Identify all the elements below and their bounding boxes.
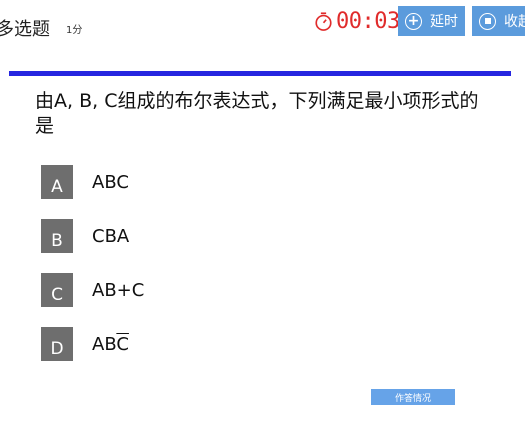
option-text: CBA	[92, 225, 130, 247]
timer: 00:03	[313, 8, 400, 34]
option-text: AB+C	[92, 279, 145, 301]
option-text: ABC	[92, 334, 129, 355]
option-c[interactable]: C AB+C	[41, 273, 144, 307]
option-letter: A	[41, 165, 73, 199]
top-bar: 多选题 1分 00:03 + 延时 收起	[0, 0, 525, 56]
stopwatch-icon	[315, 11, 332, 31]
answer-status-button[interactable]: 作答情况	[371, 389, 455, 405]
collect-button-label: 收起	[504, 14, 525, 30]
stop-icon	[479, 12, 496, 30]
delay-button-label: 延时	[430, 14, 458, 30]
option-a[interactable]: A ABC	[41, 165, 129, 199]
score-label: 1分	[66, 25, 83, 36]
delay-button[interactable]: + 延时	[398, 6, 465, 36]
option-text-complement: C	[116, 333, 129, 355]
question-type-label: 多选题	[0, 19, 50, 40]
option-d[interactable]: D ABC	[41, 327, 129, 361]
option-letter: D	[41, 327, 73, 361]
timer-text: 00:03	[336, 8, 400, 34]
plus-icon: +	[405, 12, 422, 30]
question-text: 由A, B, C组成的布尔表达式，下列满足最小项形式的是	[35, 90, 479, 137]
option-text-prefix: AB	[92, 333, 117, 355]
option-letter: B	[41, 219, 73, 253]
option-b[interactable]: B CBA	[41, 219, 129, 253]
collect-button[interactable]: 收起	[472, 6, 525, 36]
option-text: ABC	[92, 171, 129, 193]
option-letter: C	[41, 273, 73, 307]
header-divider	[9, 71, 511, 76]
